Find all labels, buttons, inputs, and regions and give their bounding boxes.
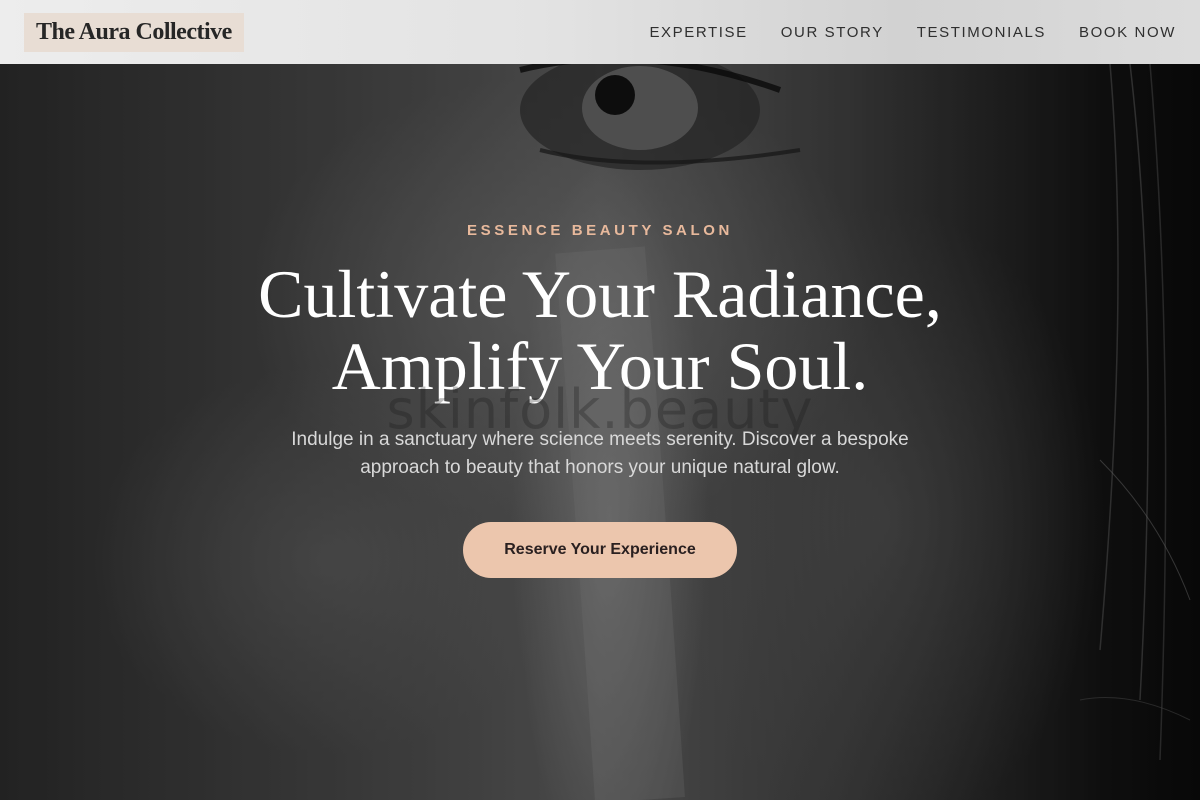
nav-item-our-story[interactable]: OUR STORY [781, 24, 884, 41]
nav-item-testimonials[interactable]: TESTIMONIALS [917, 24, 1046, 41]
main-nav: EXPERTISE OUR STORY TESTIMONIALS BOOK NO… [649, 24, 1176, 41]
hero-headline-line-1: Cultivate Your Radiance, [258, 256, 942, 332]
brand-logo[interactable]: The Aura Collective [24, 12, 244, 52]
nav-item-expertise[interactable]: EXPERTISE [649, 24, 747, 41]
reserve-experience-button[interactable]: Reserve Your Experience [463, 522, 737, 578]
top-navigation-bar: The Aura Collective EXPERTISE OUR STORY … [0, 0, 1200, 64]
page: The Aura Collective EXPERTISE OUR STORY … [0, 0, 1200, 800]
nav-item-book-now[interactable]: BOOK NOW [1079, 24, 1176, 41]
hero-subtext: Indulge in a sanctuary where science mee… [291, 429, 909, 478]
hero-eyebrow: ESSENCE BEAUTY SALON [467, 222, 733, 239]
